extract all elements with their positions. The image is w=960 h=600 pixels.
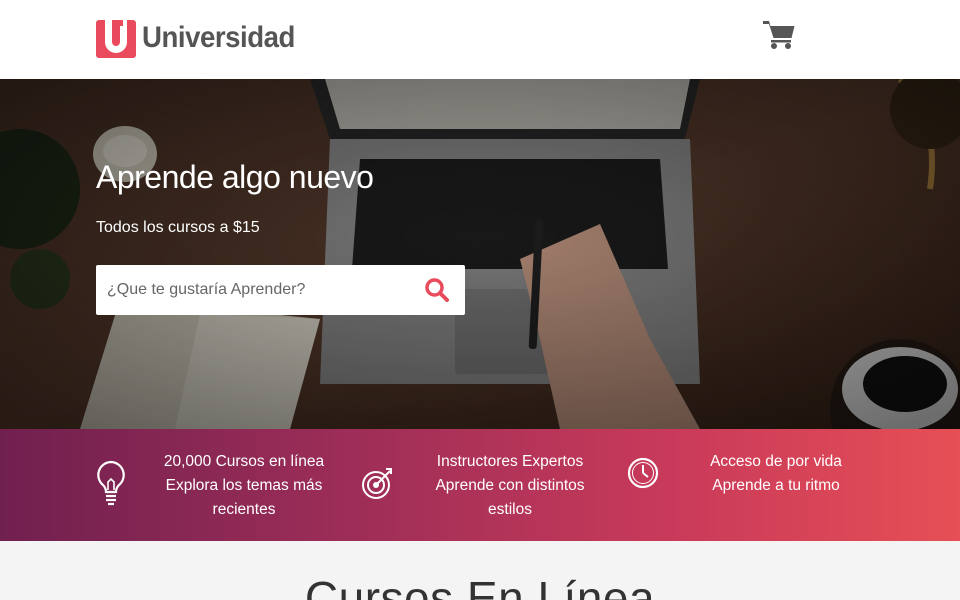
search-input[interactable] bbox=[96, 265, 406, 315]
feature-access-desc-1: Aprende a tu ritmo bbox=[712, 477, 840, 494]
feature-instructors-desc-1: Aprende con distintos bbox=[435, 477, 585, 494]
u-logo-icon bbox=[96, 20, 136, 58]
site-header: Universidad bbox=[0, 0, 960, 79]
feature-courses: 20,000 Cursos en línea Explora los temas… bbox=[150, 450, 338, 522]
feature-courses-title: 20,000 Cursos en línea bbox=[163, 453, 325, 470]
feature-instructors-title: Instructores Expertos bbox=[436, 453, 584, 470]
shopping-cart-icon[interactable] bbox=[762, 16, 796, 50]
lightbulb-icon bbox=[97, 460, 125, 506]
feature-instructors: Instructores Expertos Aprende con distin… bbox=[415, 450, 605, 522]
target-icon bbox=[362, 468, 392, 499]
search-box bbox=[96, 265, 465, 315]
feature-instructors-desc-2: estilos bbox=[488, 501, 532, 518]
hero-background-image bbox=[0, 79, 960, 429]
feature-access-title: Acceso de por vida bbox=[710, 453, 842, 470]
hero-banner: Aprende algo nuevo Todos los cursos a $1… bbox=[0, 79, 960, 429]
brand-name: Universidad bbox=[142, 21, 295, 54]
feature-access: Acceso de por vida Aprende a tu ritmo bbox=[686, 450, 866, 498]
brand-logo[interactable]: Universidad bbox=[96, 18, 308, 58]
feature-courses-desc-2: recientes bbox=[212, 501, 276, 518]
courses-title: Cursos En Línea bbox=[304, 572, 656, 600]
hero-subtitle: Todos los cursos a $15 bbox=[96, 219, 260, 236]
courses-section: Cursos En Línea bbox=[0, 541, 960, 600]
search-icon[interactable] bbox=[424, 277, 450, 303]
clock-icon bbox=[627, 457, 659, 489]
hero-title: Aprende algo nuevo bbox=[96, 159, 374, 195]
features-band: 20,000 Cursos en línea Explora los temas… bbox=[0, 429, 960, 541]
feature-courses-desc-1: Explora los temas más bbox=[165, 477, 323, 494]
